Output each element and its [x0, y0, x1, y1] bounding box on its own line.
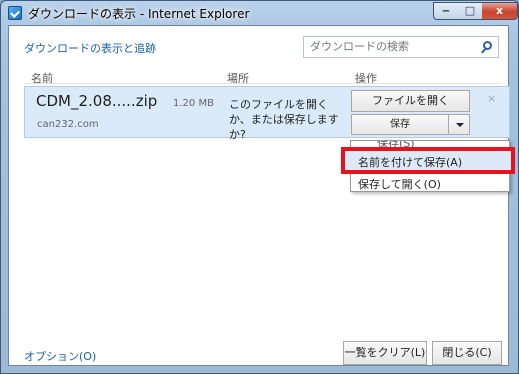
title-bar[interactable]: ダウンロードの表示 - Internet Explorer ‒ □ x — [1, 1, 518, 25]
minimize-button[interactable]: ‒ — [433, 2, 459, 20]
search-input[interactable] — [310, 40, 470, 53]
open-file-button[interactable]: ファイルを開く — [351, 90, 470, 112]
search-icon[interactable] — [483, 41, 492, 50]
clear-list-button[interactable]: 一覧をクリア(L) — [343, 341, 427, 365]
maximize-button[interactable]: □ — [458, 2, 483, 20]
menu-item-save-as-label: 名前を付けて保存(A) — [358, 156, 463, 169]
save-dropdown-arrow-icon[interactable] — [448, 114, 470, 135]
window-title: ダウンロードの表示 - Internet Explorer — [28, 7, 250, 21]
menu-item-save-and-open-label: 保存して開く(O) — [358, 178, 441, 191]
menu-item-save-as[interactable]: 名前を付けて保存(A) — [341, 147, 515, 174]
ie-download-icon — [8, 6, 22, 20]
download-panel — [8, 25, 509, 366]
close-window-button[interactable]: x — [482, 2, 518, 20]
panel-heading: ダウンロードの表示と追跡 — [24, 42, 156, 55]
dismiss-download-icon[interactable]: × — [487, 92, 496, 105]
search-box[interactable] — [303, 36, 499, 58]
options-link[interactable]: オプション(O) — [24, 348, 96, 364]
menu-item-save-and-open[interactable]: 保存して開く(O) — [351, 176, 501, 191]
close-button[interactable]: 閉じる(C) — [432, 341, 502, 365]
save-button[interactable]: 保存 — [351, 114, 449, 135]
download-size: 1.20 MB — [173, 98, 214, 109]
download-filename: CDM_2.08.....zip — [36, 92, 158, 110]
header-divider — [24, 83, 500, 84]
download-status: このファイルを開くか、または保存しますか? — [229, 98, 339, 141]
download-site: can232.com — [37, 119, 99, 130]
